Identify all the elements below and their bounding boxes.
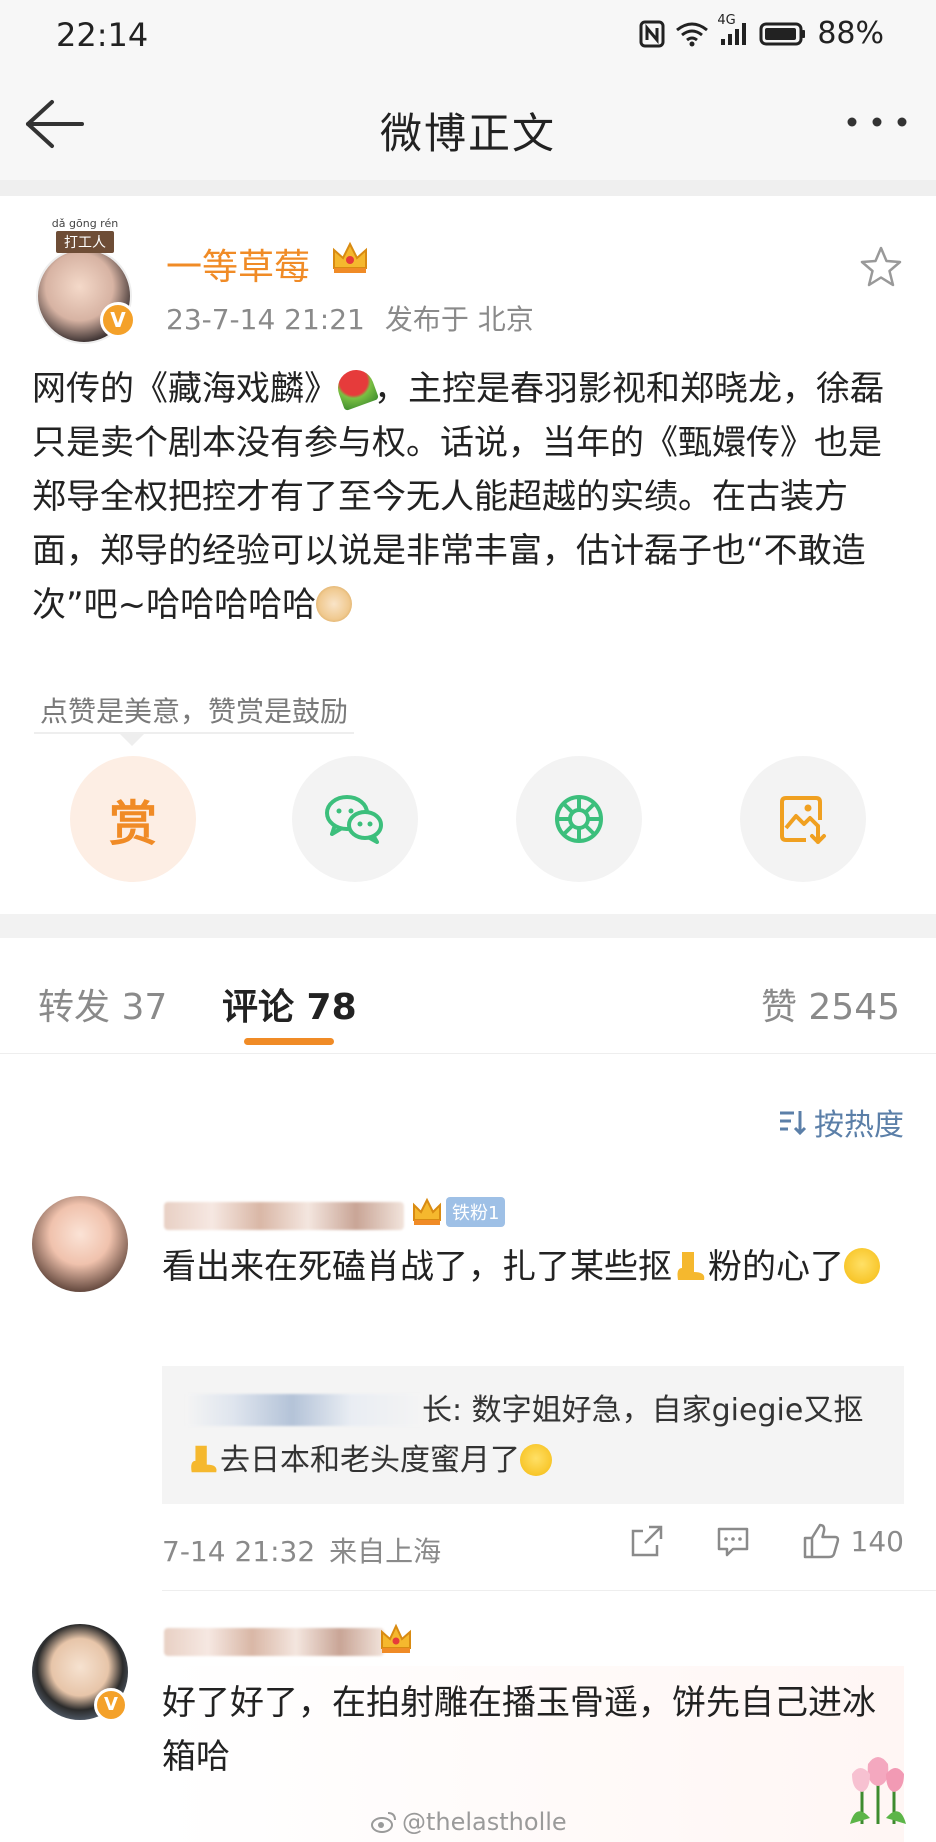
moments-icon (555, 795, 603, 843)
comment-meta: 7-14 21:32 来自上海 (162, 1530, 455, 1570)
star-icon (860, 246, 902, 287)
thumbs-up-icon (803, 1523, 839, 1559)
page-title: 微博正文 (379, 109, 556, 158)
comment-text: 看出来在死磕肖战了，扎了某些抠 粉的心了 (162, 1240, 902, 1294)
battery-icon (759, 21, 807, 47)
verified-badge: V (100, 302, 136, 338)
more-button[interactable] (842, 102, 912, 142)
laugh-cry-emoji-icon (844, 1248, 880, 1284)
share-actions: 赏 (0, 756, 936, 882)
save-image-icon (780, 796, 826, 844)
like-comment-button[interactable]: 140 (801, 1522, 904, 1560)
post-date: 23-7-14 21:21 (166, 303, 365, 336)
post-meta: 23-7-14 21:21 发布于 北京 (166, 298, 554, 338)
crown-icon-2 (381, 1623, 411, 1653)
post-text-part1: 网传的《藏海戏麟》 (32, 369, 338, 409)
reward-button[interactable]: 赏 (70, 756, 196, 882)
section-divider (0, 914, 936, 938)
reward-caret (120, 734, 144, 746)
wifi-icon (675, 21, 709, 47)
fan-badge-label: 铁粉1 (446, 1197, 506, 1227)
avatar-tag-pinyin: dǎ gōng rén (51, 217, 119, 230)
share-comment-button[interactable] (629, 1523, 665, 1559)
commenter-name-blurred[interactable] (164, 1202, 404, 1230)
comment-divider (162, 1590, 936, 1591)
battery-level: 88% (817, 16, 884, 51)
status-time: 22:14 (56, 16, 149, 54)
cat-emoji-icon (316, 586, 353, 622)
active-tab-indicator (244, 1038, 334, 1045)
wechat-icon (325, 795, 383, 844)
share-moments-button[interactable] (516, 756, 642, 882)
post-content: 网传的《藏海戏麟》 ，主控是春羽影视和郑晓龙，徐磊只是卖个剧本没有参与权。话说，当… (32, 362, 912, 632)
favorite-button[interactable] (858, 244, 904, 290)
reward-label: 赏 (108, 796, 157, 852)
laugh-cry-emoji-icon-2 (520, 1444, 552, 1476)
tab-likes[interactable]: 赞 2545 (761, 978, 900, 1030)
reply-comment-button[interactable] (715, 1523, 751, 1559)
status-icons: 4G 88% (639, 13, 884, 51)
status-bar: 22:14 4G 88% (0, 0, 936, 72)
nav-bar: 微博正文 (0, 72, 936, 180)
reply-text-part1: 长: 数字姐好急，自家giegie又抠 (422, 1393, 864, 1428)
post-tabs: 转发 37 评论 78 赞 2545 (0, 938, 936, 1054)
reply-text-part2: 去日本和老头度蜜月了 (220, 1443, 520, 1478)
save-image-button[interactable] (740, 756, 866, 882)
nav-divider (0, 180, 936, 196)
tulip-decoration-icon (850, 1757, 906, 1824)
signal-icon: 4G (717, 13, 749, 47)
foot-emoji-icon (672, 1246, 708, 1282)
comment-text-part1: 看出来在死磕肖战了，扎了某些抠 (162, 1247, 672, 1287)
nfc-icon (639, 20, 665, 48)
author-name[interactable]: 一等草莓 (166, 238, 310, 290)
foot-emoji-icon-2 (186, 1442, 220, 1476)
comment-source: 来自上海 (329, 1535, 442, 1568)
commenter-avatar[interactable] (32, 1196, 128, 1292)
watermark: @thelastholle (370, 1808, 567, 1836)
share-wechat-button[interactable] (292, 756, 418, 882)
comment-date: 7-14 21:32 (162, 1535, 316, 1568)
crown-icon (333, 241, 367, 273)
more-dots-icon (847, 117, 907, 127)
reply-icon (717, 1527, 748, 1557)
reply-preview[interactable]: 长: 数字姐好急，自家giegie又抠去日本和老头度蜜月了 (162, 1366, 904, 1504)
fan-crown-icon (413, 1197, 441, 1225)
avatar-tag-text: 打工人 (56, 231, 114, 253)
post-location: 发布于 北京 (384, 303, 534, 336)
comment-actions: 140 (629, 1522, 904, 1560)
share-icon (631, 1525, 662, 1557)
reply-author-blurred (186, 1394, 422, 1426)
comment-text-part2: 粉的心了 (708, 1247, 844, 1287)
tab-reposts[interactable]: 转发 37 (38, 978, 167, 1030)
comment-text-2: 好了好了，在拍射雕在播玉骨遥，饼先自己进冰箱哈 (162, 1683, 876, 1777)
sort-button[interactable]: 按热度 (778, 1100, 904, 1144)
reward-hint: 点赞是美意，赞赏是鼓励 (34, 690, 355, 734)
watermelon-emoji-icon (332, 364, 380, 412)
commenter-name-blurred-2[interactable] (164, 1628, 384, 1656)
fan-badge: 铁粉1 (410, 1194, 506, 1230)
like-count: 140 (850, 1524, 904, 1558)
weibo-logo-icon (371, 1812, 396, 1833)
sort-label: 按热度 (814, 1108, 904, 1143)
avatar-tag: dǎ gōng rén 打工人 (32, 218, 138, 258)
verified-badge-2: V (94, 1688, 128, 1722)
watermark-text: @thelastholle (402, 1808, 567, 1836)
network-type: 4G (717, 12, 736, 28)
sort-icon (780, 1111, 807, 1136)
